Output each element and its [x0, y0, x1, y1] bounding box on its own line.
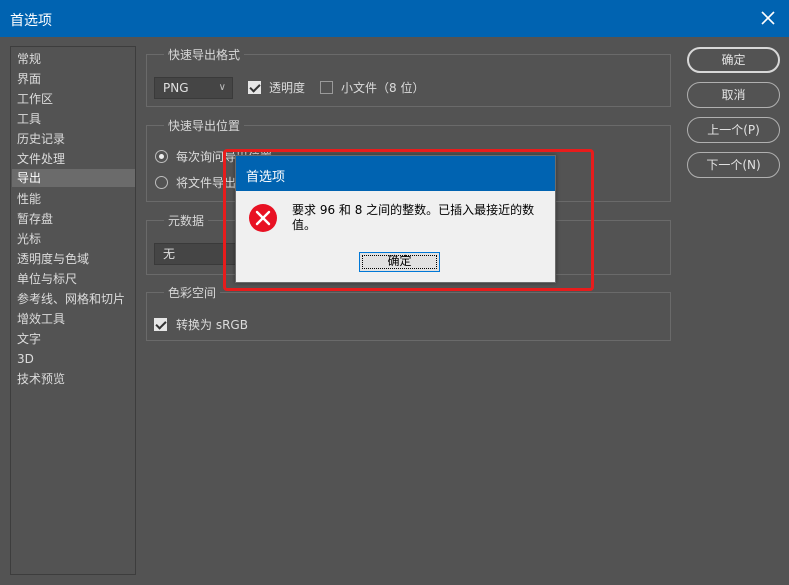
- sidebar-item-history[interactable]: 历史记录: [12, 130, 135, 148]
- red-highlight-box: [223, 149, 594, 291]
- sidebar-item-file-handling[interactable]: 文件处理: [12, 150, 135, 168]
- export-to-assets-radio[interactable]: [155, 176, 168, 189]
- small-file-checkbox[interactable]: [320, 81, 333, 94]
- transparency-checkbox[interactable]: [248, 81, 261, 94]
- format-select[interactable]: PNG ∨: [154, 77, 233, 99]
- sidebar-item-guides-grid-slices[interactable]: 参考线、网格和切片: [12, 290, 135, 308]
- sidebar-item-cursors[interactable]: 光标: [12, 230, 135, 248]
- window-title: 首选项: [10, 13, 52, 29]
- sidebar-item-type[interactable]: 文字: [12, 330, 135, 348]
- previous-button[interactable]: 上一个(P): [687, 117, 780, 143]
- sidebar-item-scratch-disks[interactable]: 暂存盘: [12, 210, 135, 228]
- quick-export-location-legend: 快速导出位置: [164, 117, 245, 134]
- chevron-down-icon: ∨: [218, 82, 226, 93]
- sidebar-item-general[interactable]: 常规: [12, 50, 135, 68]
- convert-srgb-checkbox[interactable]: [154, 318, 167, 331]
- cancel-button[interactable]: 取消: [687, 82, 780, 108]
- ok-button[interactable]: 确定: [687, 47, 780, 73]
- metadata-select-value: 无: [163, 247, 176, 261]
- sidebar-item-workspace[interactable]: 工作区: [12, 90, 135, 108]
- ask-location-radio[interactable]: [155, 150, 168, 163]
- sidebar-item-interface[interactable]: 界面: [12, 70, 135, 88]
- sidebar-item-technology-previews[interactable]: 技术预览: [12, 370, 135, 388]
- sidebar-item-units-rulers[interactable]: 单位与标尺: [12, 270, 135, 288]
- transparency-label: 透明度: [269, 81, 306, 95]
- format-select-value: PNG: [163, 81, 189, 95]
- window-titlebar: 首选项: [0, 0, 789, 37]
- convert-srgb-label: 转换为 sRGB: [176, 318, 248, 332]
- close-icon[interactable]: [757, 7, 779, 29]
- sidebar-item-3d[interactable]: 3D: [12, 350, 135, 368]
- sidebar-item-plugins[interactable]: 增效工具: [12, 310, 135, 328]
- metadata-legend: 元数据: [164, 212, 209, 229]
- small-file-label: 小文件（8 位）: [341, 81, 425, 95]
- next-button[interactable]: 下一个(N): [687, 152, 780, 178]
- sidebar-item-export[interactable]: 导出: [12, 169, 135, 187]
- quick-export-format-legend: 快速导出格式: [164, 46, 245, 63]
- sidebar-item-tools[interactable]: 工具: [12, 110, 135, 128]
- preferences-sidebar: 常规 界面 工作区 工具 历史记录 文件处理 导出 性能 暂存盘 光标 透明度与…: [10, 46, 136, 575]
- sidebar-item-transparency-gamut[interactable]: 透明度与色域: [12, 250, 135, 268]
- sidebar-item-performance[interactable]: 性能: [12, 190, 135, 208]
- color-space-legend: 色彩空间: [164, 284, 221, 301]
